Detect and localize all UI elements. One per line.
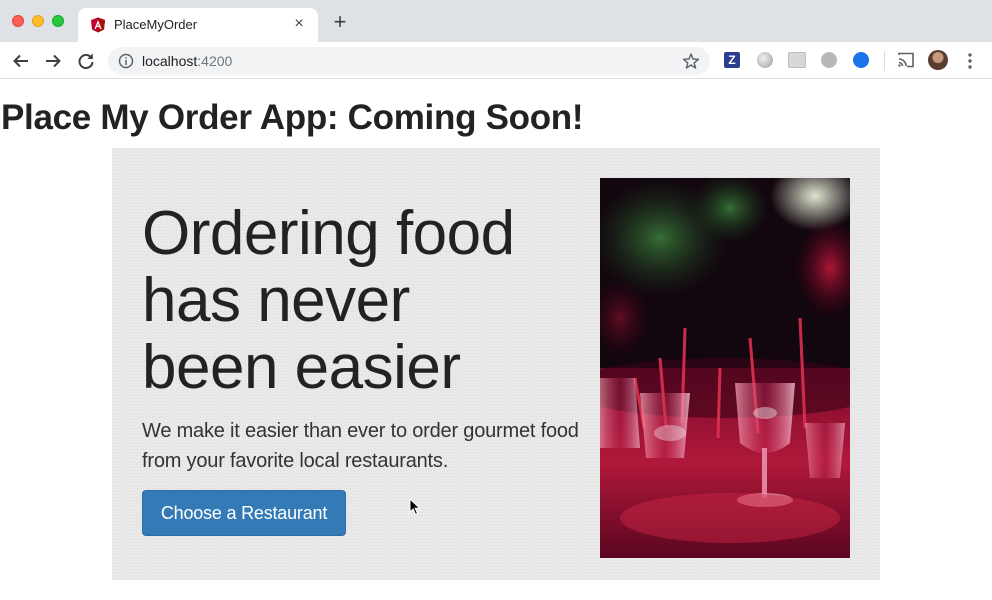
hero-heading-line: Ordering food (142, 199, 515, 268)
back-button[interactable] (10, 50, 32, 72)
info-icon[interactable] (118, 53, 134, 69)
address-bar[interactable]: localhost:4200 (108, 47, 710, 75)
hero-description-line: We make it easier than ever to order gou… (142, 420, 579, 442)
hero-heading-line: has never (142, 266, 410, 335)
tab-title: PlaceMyOrder (114, 17, 198, 32)
hero-heading-line: been easier (142, 333, 461, 402)
browser-tab[interactable]: PlaceMyOrder × (78, 8, 318, 42)
new-tab-button[interactable]: + (330, 11, 350, 33)
extension-z-icon[interactable]: Z (724, 52, 740, 68)
cast-icon[interactable] (897, 52, 915, 68)
restaurant-glasses-illustration (600, 178, 850, 558)
extension-dots-icon[interactable] (821, 52, 837, 68)
extension-camera-icon[interactable] (853, 52, 869, 68)
menu-dots-icon[interactable] (962, 51, 978, 71)
reload-icon (78, 53, 94, 69)
close-window-button[interactable] (12, 15, 24, 27)
choose-restaurant-button[interactable]: Choose a Restaurant (142, 490, 346, 536)
url-text: localhost:4200 (142, 53, 232, 69)
back-arrow-icon (13, 54, 28, 68)
forward-button[interactable] (42, 50, 64, 72)
reload-button[interactable] (75, 50, 97, 72)
extension-box-icon[interactable] (788, 52, 806, 68)
restaurant-photo (600, 178, 850, 558)
hero-heading: Ordering food has never been easier (142, 200, 592, 401)
hero-description: We make it easier than ever to order gou… (142, 416, 592, 476)
url-port: :4200 (197, 53, 233, 69)
angular-favicon-icon (91, 17, 105, 33)
hero-description-line: from your favorite local restaurants. (142, 450, 449, 472)
tab-close-icon[interactable]: × (290, 15, 308, 33)
extension-circle-icon[interactable] (757, 52, 773, 68)
hero-jumbotron: Ordering food has never been easier We m… (112, 148, 880, 580)
url-host: localhost (142, 53, 198, 69)
toolbar-divider (884, 51, 885, 71)
page-title: Place My Order App: Coming Soon! (1, 98, 584, 137)
browser-toolbar: localhost:4200 Z (0, 42, 992, 79)
cursor-icon (409, 498, 421, 516)
tab-strip: PlaceMyOrder × + (0, 0, 992, 42)
minimize-window-button[interactable] (32, 15, 44, 27)
avatar-icon[interactable] (928, 50, 948, 70)
maximize-window-button[interactable] (52, 15, 64, 27)
forward-arrow-icon (46, 54, 61, 68)
star-icon[interactable] (682, 52, 700, 70)
